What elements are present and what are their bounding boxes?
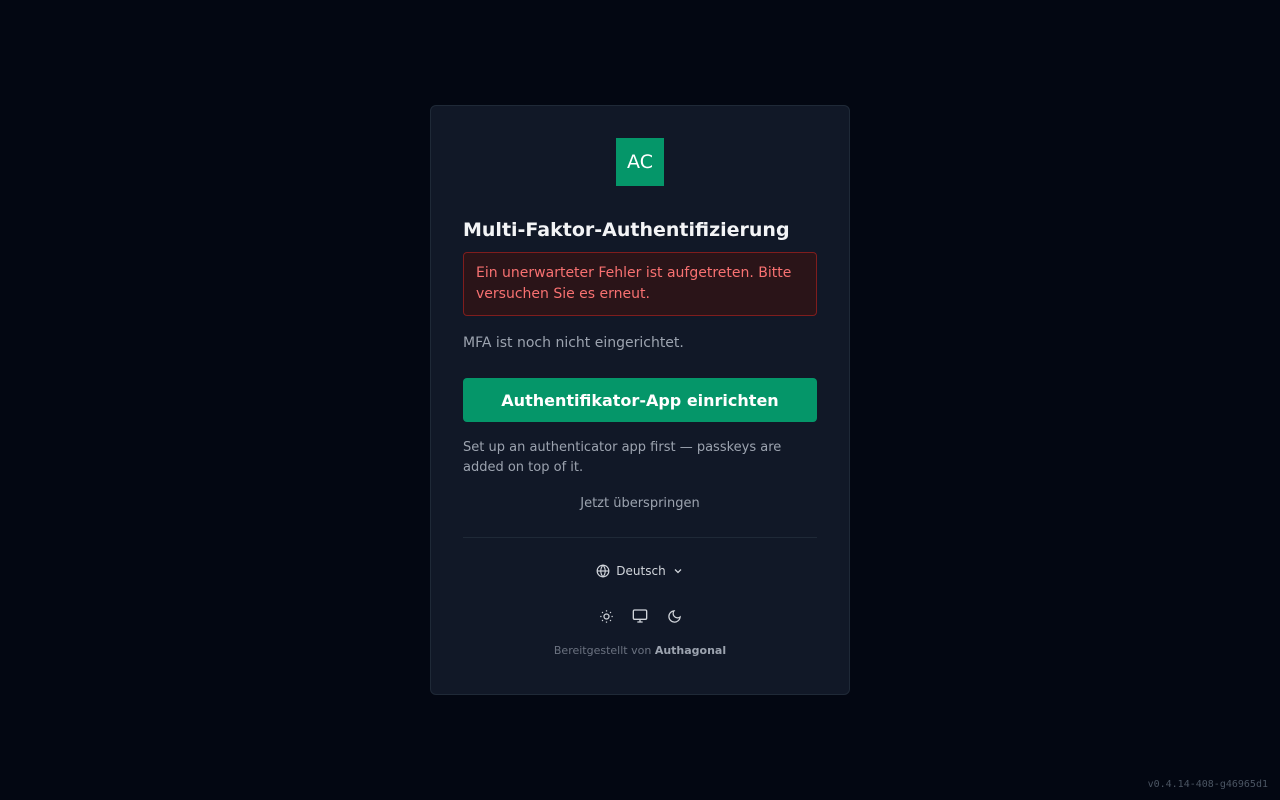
page-title: Multi-Faktor-Authentifizierung [463,219,790,241]
error-message: Ein unerwarteter Fehler ist aufgetreten.… [476,265,792,302]
language-label: Deutsch [616,564,666,578]
setup-authenticator-button[interactable]: Authentifikator-App einrichten [463,378,817,422]
powered-by-prefix: Bereitgestellt von [553,644,652,657]
theme-dark-button[interactable] [666,608,682,624]
theme-light-button[interactable] [598,608,614,624]
mfa-card: AC Multi-Faktor-Authentifizierung Ein un… [430,105,850,695]
divider [463,537,817,538]
theme-switcher [463,608,817,624]
skip-link[interactable]: Jetzt überspringen [463,496,817,511]
version-label: v0.4.14-408-g46965d1 [1147,779,1268,790]
language-selector[interactable]: Deutsch [463,564,817,578]
chevron-down-icon [672,565,684,577]
powered-by: Bereitgestellt von Authagonal [463,644,817,657]
app-logo: AC [616,138,664,186]
powered-by-brand: Authagonal [654,644,727,657]
monitor-icon [632,609,648,623]
error-alert: Ein unerwarteter Fehler ist aufgetreten.… [463,252,817,316]
globe-icon [596,564,610,578]
mfa-status-text: MFA ist noch nicht eingerichtet. [463,335,684,351]
theme-system-button[interactable] [632,608,648,624]
setup-hint-text: Set up an authenticator app first — pass… [463,440,782,475]
moon-icon [667,609,681,623]
logo-text: AC [627,151,653,173]
sun-icon [599,609,613,623]
